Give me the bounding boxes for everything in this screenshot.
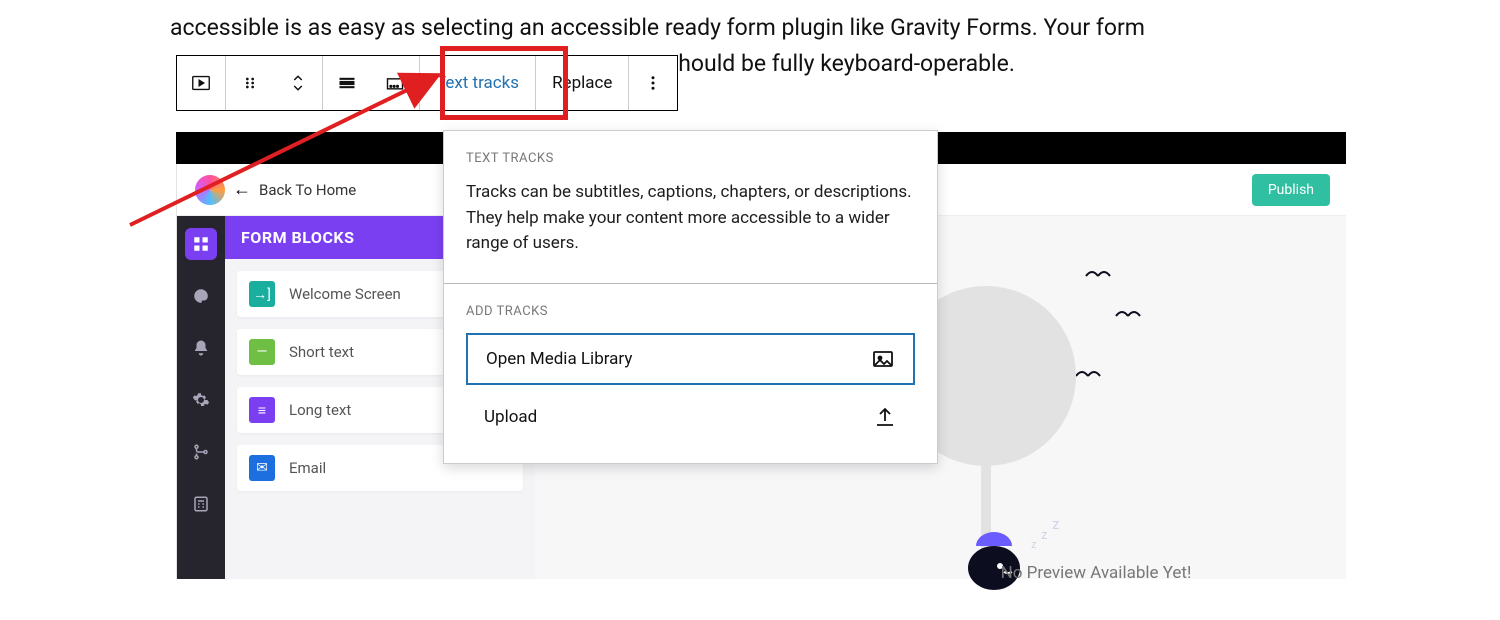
- media-library-icon: [871, 347, 895, 371]
- popover-heading-add-tracks: ADD TRACKS: [466, 304, 915, 319]
- svg-text:z: z: [1052, 515, 1059, 533]
- app-logo: [193, 173, 227, 207]
- back-arrow-icon[interactable]: ←: [233, 179, 251, 200]
- article-line-1: accessible is as easy as selecting an ac…: [170, 14, 1145, 41]
- back-to-home-link[interactable]: Back To Home: [259, 181, 356, 199]
- block-label: Email: [289, 459, 326, 477]
- replace-button[interactable]: Replace: [536, 56, 628, 110]
- open-media-library-button[interactable]: Open Media Library: [466, 333, 915, 385]
- open-media-library-label: Open Media Library: [486, 349, 632, 369]
- block-label: Short text: [289, 343, 354, 361]
- align-icon[interactable]: [323, 56, 371, 110]
- move-up-down-icon[interactable]: [274, 56, 322, 110]
- block-label: Long text: [289, 401, 351, 419]
- text-tracks-popover: TEXT TRACKS Tracks can be subtitles, cap…: [443, 130, 938, 464]
- popover-description: Tracks can be subtitles, captions, chapt…: [466, 180, 915, 257]
- preview-empty-text: No Preview Available Yet!: [886, 563, 1306, 583]
- block-label: Welcome Screen: [289, 285, 401, 303]
- upload-button[interactable]: Upload: [466, 391, 915, 443]
- nav-calc-icon[interactable]: [185, 488, 217, 520]
- nav-notifications-icon[interactable]: [185, 332, 217, 364]
- side-nav: [177, 216, 225, 579]
- upload-label: Upload: [484, 407, 537, 427]
- long-text-icon: ≡: [249, 397, 275, 423]
- short-text-icon: —: [249, 339, 275, 365]
- preview-placeholder: z z z No Preview Available Yet!: [886, 256, 1306, 579]
- nav-settings-icon[interactable]: [185, 384, 217, 416]
- publish-button[interactable]: Publish: [1252, 174, 1330, 206]
- welcome-icon: →]: [249, 281, 275, 307]
- nav-blocks-icon[interactable]: [185, 228, 217, 260]
- more-options-icon[interactable]: [629, 56, 677, 110]
- nav-logic-icon[interactable]: [185, 436, 217, 468]
- preview-illustration: z z z: [886, 256, 1306, 616]
- block-toolbar: Text tracks Replace: [176, 55, 678, 111]
- video-block-icon[interactable]: [177, 56, 225, 110]
- email-icon: ✉: [249, 455, 275, 481]
- svg-text:z: z: [1041, 528, 1048, 543]
- svg-text:z: z: [1031, 538, 1037, 551]
- nav-theme-icon[interactable]: [185, 280, 217, 312]
- upload-icon: [873, 405, 897, 429]
- aspect-ratio-icon[interactable]: [371, 56, 419, 110]
- drag-handle-icon[interactable]: [226, 56, 274, 110]
- text-tracks-button[interactable]: Text tracks: [420, 56, 535, 110]
- popover-heading-text-tracks: TEXT TRACKS: [466, 151, 915, 166]
- article-line-2: should be fully keyboard-operable.: [666, 50, 1015, 77]
